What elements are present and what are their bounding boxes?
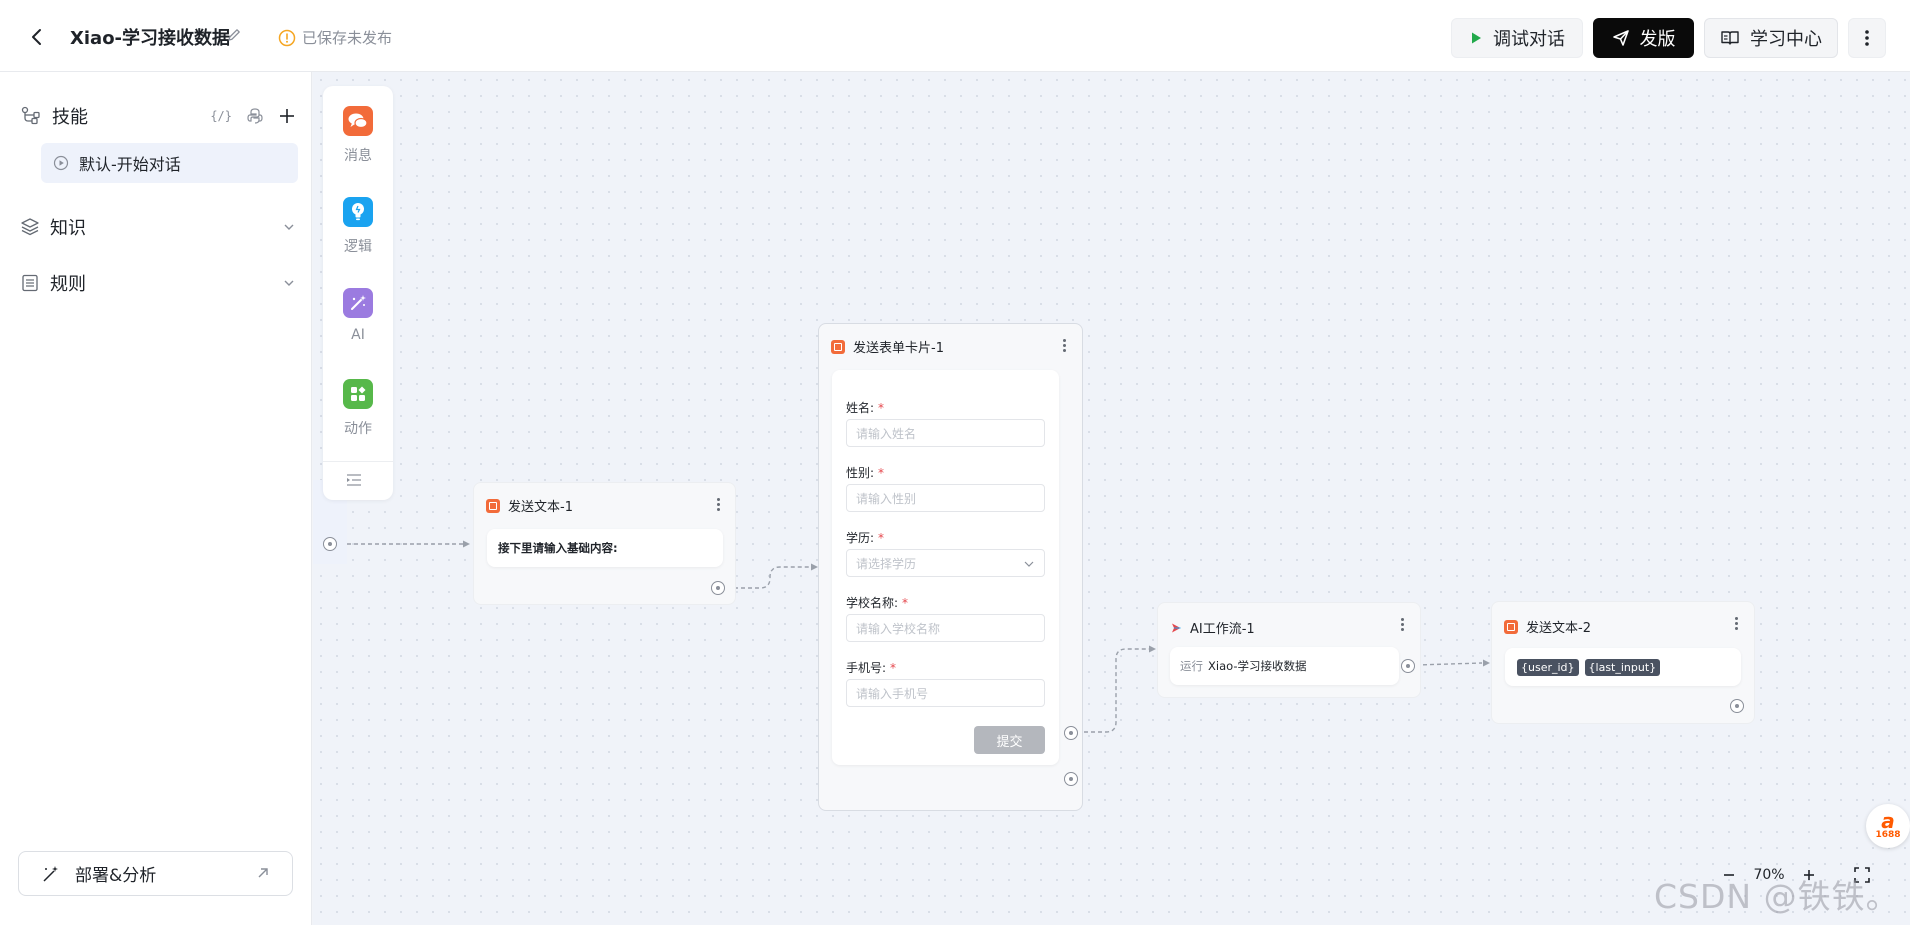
run-prefix: 运行 (1180, 659, 1203, 673)
form-tag-icon (831, 339, 845, 354)
variable-chip-user-id: {user_id} (1517, 658, 1579, 676)
variable-chip-last-input: {last_input} (1584, 658, 1661, 676)
brand-badge-1688[interactable]: a 1688 (1866, 804, 1910, 848)
chevron-down-icon (1024, 561, 1034, 567)
education-select[interactable]: 请选择学历 (846, 549, 1045, 577)
form-label-education: 学历: * (846, 531, 885, 545)
arrow-head-1 (463, 540, 470, 548)
arrow-head-3 (1149, 645, 1156, 653)
name-input[interactable]: 请输入姓名 (846, 419, 1045, 447)
node-palette: 消息 逻辑 AI 动作 (323, 86, 393, 500)
node-output-port[interactable] (1401, 659, 1415, 673)
node-title: 发送表单卡片-1 (853, 341, 944, 356)
arrow-head-2 (811, 563, 818, 571)
node-menu-button[interactable] (1728, 614, 1744, 632)
edge-text1-to-form (727, 566, 812, 589)
node-output-port[interactable] (711, 581, 725, 595)
node-menu-button[interactable] (710, 495, 726, 513)
node-header: 发送文本-1 (486, 496, 573, 515)
start-output-port[interactable] (323, 537, 337, 551)
edge-form-to-ai (1077, 648, 1150, 733)
palette-item-logic[interactable]: 逻辑 (323, 193, 393, 267)
node-ai-workflow-1[interactable]: AI工作流-1 运行 Xiao-学习接收数据 (1157, 602, 1421, 698)
message-icon (343, 106, 373, 136)
palette-item-action[interactable]: 动作 (323, 375, 393, 449)
node-send-text-1[interactable]: 发送文本-1 接下里请输入基础内容: (473, 482, 736, 605)
form-label-name: 姓名: * (846, 401, 885, 415)
form-label-school: 学校名称: * (846, 596, 909, 610)
phone-input[interactable]: 请输入手机号 (846, 679, 1045, 707)
palette-item-message[interactable]: 消息 (323, 102, 393, 176)
form-card: 姓名: * 请输入姓名 性别: * 请输入性别 学历: * 请选择学历 学校名称: * … (832, 370, 1059, 765)
arrow-head-4 (1483, 659, 1490, 667)
workflow-icon (1172, 623, 1181, 632)
node-title: 发送文本-1 (508, 500, 573, 515)
form-label-gender: 性别: * (846, 466, 885, 480)
message-tag-icon (1504, 619, 1518, 634)
message-text: 接下里请输入基础内容: (498, 541, 618, 555)
palette-divider (323, 461, 393, 462)
message-content-card[interactable]: 接下里请输入基础内容: (487, 529, 723, 567)
indent-icon (347, 474, 361, 486)
palette-collapse-button[interactable] (345, 472, 363, 492)
palette-label-action: 动作 (344, 421, 372, 437)
message-content-card[interactable]: {user_id} {last_input} (1505, 648, 1741, 686)
form-label-phone: 手机号: * (846, 661, 897, 675)
node-menu-button[interactable] (1056, 336, 1072, 354)
node-menu-button[interactable] (1394, 615, 1410, 633)
node-send-text-2[interactable]: 发送文本-2 {user_id} {last_input} (1491, 601, 1755, 724)
gender-input[interactable]: 请输入性别 (846, 484, 1045, 512)
run-target: Xiao-学习接收数据 (1208, 659, 1307, 673)
node-header: 发送表单卡片-1 (831, 337, 944, 356)
palette-label-logic: 逻辑 (344, 239, 372, 255)
node-header: AI工作流-1 (1170, 618, 1255, 637)
brand-badge-text: 1688 (1875, 830, 1901, 840)
node-output-port[interactable] (1064, 772, 1078, 786)
csdn-watermark: CSDN @铁铁。 (1654, 877, 1900, 916)
submit-button[interactable]: 提交 (974, 726, 1045, 754)
palette-label-message: 消息 (344, 148, 372, 164)
workflow-run-card[interactable]: 运行 Xiao-学习接收数据 (1170, 647, 1399, 685)
node-title: 发送文本-2 (1526, 621, 1591, 636)
magic-wand-icon (343, 288, 373, 318)
palette-item-ai[interactable]: AI (323, 284, 393, 358)
form-submit-output-port[interactable] (1064, 726, 1078, 740)
node-output-port[interactable] (1730, 699, 1744, 713)
school-input[interactable]: 请输入学校名称 (846, 614, 1045, 642)
node-form-card-1[interactable]: 发送表单卡片-1 姓名: * 请输入姓名 性别: * 请输入性别 学历: * 请选择学… (818, 323, 1083, 811)
node-title: AI工作流-1 (1190, 622, 1255, 637)
palette-label-ai: AI (351, 327, 365, 343)
node-header: 发送文本-2 (1504, 617, 1591, 636)
edge-ai-to-text2 (1415, 662, 1483, 666)
logic-icon (343, 197, 373, 227)
brand-logo-icon: a (1881, 809, 1895, 833)
message-tag-icon (486, 498, 500, 513)
action-icon (343, 379, 373, 409)
